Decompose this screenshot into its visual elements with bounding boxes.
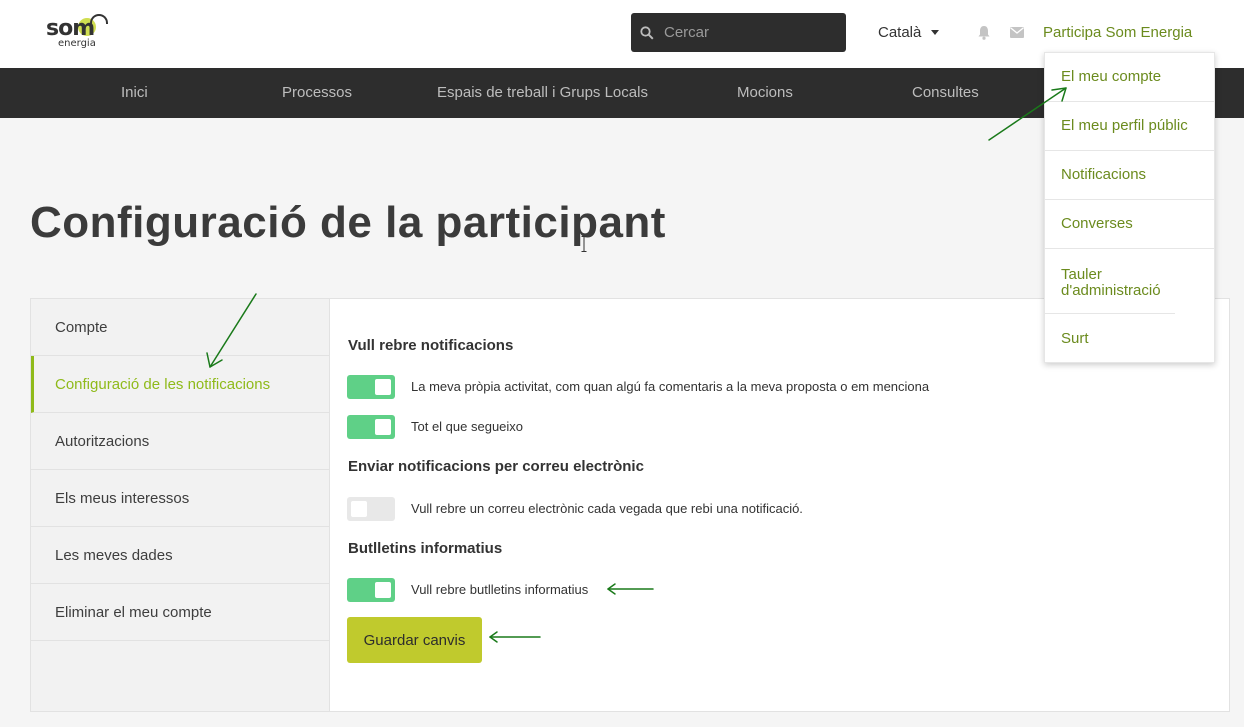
bell-icon[interactable] xyxy=(977,25,991,40)
toggle-knob xyxy=(375,379,391,395)
page-title: Configuració de la participant xyxy=(30,198,666,247)
sidebar-item-dades[interactable]: Les meves dades xyxy=(31,527,329,584)
som-energia-logo[interactable]: som energia xyxy=(44,14,110,52)
dropdown-item-account[interactable]: El meu compte xyxy=(1045,53,1214,102)
sidebar-item-label: Eliminar el meu compte xyxy=(55,603,212,621)
section-title-email: Enviar notificacions per correu electròn… xyxy=(348,458,644,475)
dropdown-item-logout[interactable]: Surt xyxy=(1045,314,1214,363)
section-title-notificacions: Vull rebre notificacions xyxy=(348,337,514,354)
toggle-knob xyxy=(375,419,391,435)
sidebar-item-label: Les meves dades xyxy=(55,546,173,564)
sidebar-item-autoritzacions[interactable]: Autoritzacions xyxy=(31,413,329,470)
chevron-down-icon xyxy=(931,30,940,35)
toggle-label-email-notifications: Vull rebre un correu electrònic cada veg… xyxy=(411,501,803,516)
toggle-followed[interactable] xyxy=(347,415,395,439)
search-box[interactable] xyxy=(631,13,846,52)
toggle-label-own-activity: La meva pròpia activitat, com quan algú … xyxy=(411,379,930,394)
toggle-email-notifications[interactable] xyxy=(347,497,395,521)
sidebar-item-label: Autoritzacions xyxy=(55,432,150,450)
sidebar-item-label: Els meus interessos xyxy=(55,489,190,507)
toggle-newsletters[interactable] xyxy=(347,578,395,602)
mail-icon[interactable] xyxy=(1010,27,1024,38)
search-icon xyxy=(640,25,654,40)
toggle-knob xyxy=(351,501,367,517)
sidebar-item-notificacions[interactable]: Configuració de les notificacions xyxy=(31,356,329,413)
sidebar-item-eliminar-compte[interactable]: Eliminar el meu compte xyxy=(31,584,329,641)
user-dropdown-menu: El meu compte El meu perfil públic Notif… xyxy=(1044,52,1215,363)
toggle-own-activity[interactable] xyxy=(347,375,395,399)
toggle-label-newsletters: Vull rebre butlletins informatius xyxy=(411,582,589,597)
nav-item-espais[interactable]: Espais de treball i Grups Locals xyxy=(437,84,648,101)
user-menu-link[interactable]: Participa Som Energia xyxy=(1043,24,1192,41)
dropdown-item-conversations[interactable]: Converses xyxy=(1045,200,1214,249)
language-selector[interactable]: Català xyxy=(878,24,940,41)
save-changes-button[interactable]: Guardar canvis xyxy=(347,617,482,663)
language-label: Català xyxy=(878,24,922,41)
search-input[interactable] xyxy=(664,24,834,41)
text-cursor-icon xyxy=(581,236,587,252)
toggle-label-followed: Tot el que segueixo xyxy=(411,419,524,434)
nav-item-consultes[interactable]: Consultes xyxy=(912,84,979,101)
sidebar-item-label: Compte xyxy=(55,318,108,336)
sidebar-item-label: Configuració de les notificacions xyxy=(55,375,271,393)
dropdown-item-notifications[interactable]: Notificacions xyxy=(1045,151,1214,200)
nav-item-mocions[interactable]: Mocions xyxy=(737,84,793,101)
settings-sidebar: Compte Configuració de les notificacions… xyxy=(30,298,330,712)
section-title-newsletters: Butlletins informatius xyxy=(348,540,503,557)
nav-item-processos[interactable]: Processos xyxy=(282,84,352,101)
sidebar-item-interessos[interactable]: Els meus interessos xyxy=(31,470,329,527)
sidebar-item-compte[interactable]: Compte xyxy=(31,299,329,356)
logo-sub-text: energia xyxy=(58,38,96,49)
dropdown-item-public-profile[interactable]: El meu perfil públic xyxy=(1045,102,1214,151)
dropdown-item-admin-dashboard[interactable]: Tauler d'administració xyxy=(1045,249,1175,314)
toggle-knob xyxy=(375,582,391,598)
nav-item-inici[interactable]: Inici xyxy=(121,84,148,101)
